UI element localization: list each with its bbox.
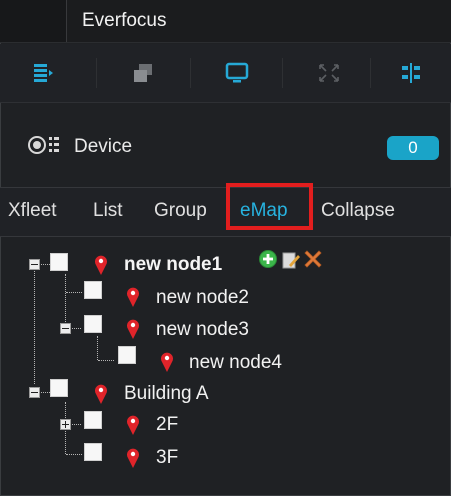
- delete-icon[interactable]: [303, 249, 323, 269]
- toolbar-separator: [190, 58, 191, 88]
- collapse-toggle-icon[interactable]: [29, 387, 40, 398]
- edit-icon[interactable]: [281, 250, 301, 270]
- toolbar: [0, 44, 451, 103]
- device-icon: [28, 136, 59, 154]
- map-pin-icon: [95, 255, 107, 275]
- emap-tab-highlight: [226, 183, 313, 230]
- node-label[interactable]: Building A: [124, 383, 209, 405]
- node-checkbox[interactable]: [118, 346, 136, 364]
- tree-connector: [34, 268, 35, 384]
- node-checkbox[interactable]: [84, 281, 102, 299]
- monitor-button[interactable]: [194, 44, 280, 102]
- node-label[interactable]: new node3: [156, 319, 249, 341]
- tree-connector: [65, 274, 66, 322]
- tree-connector: [98, 360, 114, 361]
- map-pin-icon: [161, 352, 173, 372]
- tree-connector: [66, 454, 82, 455]
- node-checkbox[interactable]: [50, 253, 68, 271]
- split-view-button[interactable]: [370, 44, 451, 102]
- toolbar-separator: [282, 58, 283, 88]
- tab-xfleet[interactable]: Xfleet: [8, 200, 57, 222]
- list-view-button[interactable]: [0, 44, 86, 102]
- map-pin-icon: [127, 448, 139, 468]
- tab-collapse[interactable]: Collapse: [321, 200, 395, 222]
- node-label[interactable]: 3F: [156, 447, 178, 469]
- node-label[interactable]: new node2: [156, 287, 249, 309]
- node-label[interactable]: new node4: [189, 352, 282, 374]
- node-checkbox[interactable]: [84, 315, 102, 333]
- map-pin-icon: [127, 415, 139, 435]
- collapse-toggle-icon[interactable]: [29, 259, 40, 270]
- list-view-icon: [34, 64, 53, 82]
- node-checkbox[interactable]: [50, 379, 68, 397]
- node-label[interactable]: new node1: [124, 254, 222, 276]
- node-checkbox[interactable]: [84, 443, 102, 461]
- tree-connector: [97, 336, 98, 360]
- device-panel-header[interactable]: Device 0: [0, 118, 451, 176]
- fullscreen-icon: [319, 64, 339, 82]
- fullscreen-button[interactable]: [286, 44, 372, 102]
- add-icon[interactable]: [258, 249, 278, 269]
- window-stack-icon: [134, 64, 152, 82]
- collapse-toggle-icon[interactable]: [60, 323, 71, 334]
- window-stack-button[interactable]: [100, 44, 186, 102]
- toolbar-separator: [96, 58, 97, 88]
- device-label: Device: [74, 136, 133, 157]
- node-checkbox[interactable]: [84, 411, 102, 429]
- title-bar: Everfocus: [0, 0, 451, 43]
- map-pin-icon: [127, 319, 139, 339]
- expand-toggle-icon[interactable]: [60, 419, 71, 430]
- map-pin-icon: [95, 384, 107, 404]
- tab-group[interactable]: Group: [154, 200, 207, 222]
- node-label[interactable]: 2F: [156, 414, 178, 436]
- monitor-icon: [225, 62, 249, 83]
- title-gutter: [0, 0, 67, 42]
- window-title: Everfocus: [82, 10, 167, 31]
- tree-connector: [66, 292, 82, 293]
- emap-tree: new node1 new node2 new node3 new node4 …: [0, 236, 451, 496]
- tab-list[interactable]: List: [93, 200, 123, 222]
- map-pin-icon: [127, 287, 139, 307]
- split-view-icon: [401, 63, 420, 83]
- device-count-badge: 0: [387, 136, 439, 160]
